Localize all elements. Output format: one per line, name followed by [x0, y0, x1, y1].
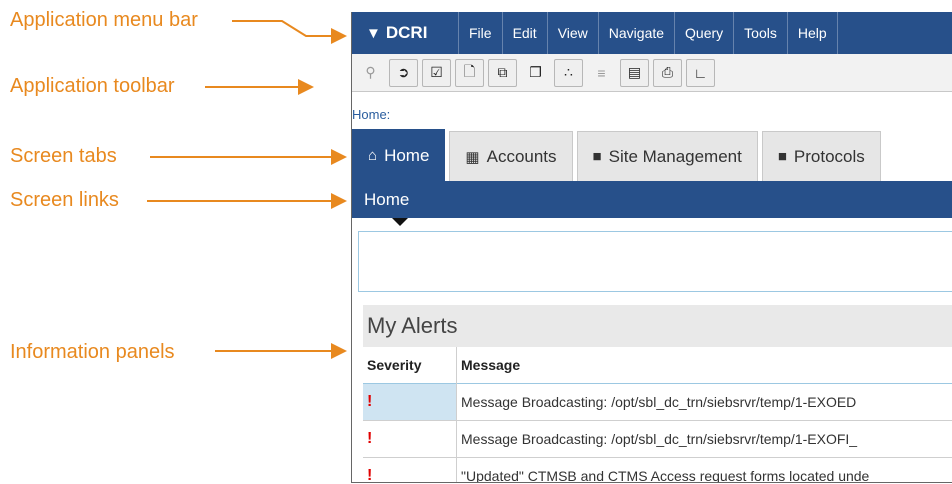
square-icon: ■	[777, 148, 787, 165]
shield-icon: ▼	[366, 24, 381, 42]
table-row[interactable]: ! "Updated" CTMSB and CTMS Access reques…	[363, 457, 952, 482]
tab-protocols[interactable]: ■ Protocols	[761, 131, 881, 181]
info-box	[358, 231, 952, 292]
application-menu-bar: ▼ DCRI File Edit View Navigate Query Too…	[352, 12, 952, 54]
screen-link-home[interactable]: Home	[364, 190, 409, 210]
table-header-row: Severity Message	[363, 347, 952, 384]
breadcrumb[interactable]: Home:	[352, 107, 390, 122]
column-header-severity[interactable]: Severity	[363, 347, 457, 384]
new-record-icon[interactable]: 🗋	[455, 58, 484, 87]
chart-icon[interactable]: ∟	[686, 58, 715, 87]
menu-query[interactable]: Query	[675, 12, 735, 54]
message-cell[interactable]: Message Broadcasting: /opt/sbl_dc_trn/si…	[456, 420, 952, 458]
tab-site-management-label: Site Management	[608, 146, 742, 166]
tab-home[interactable]: ⌂ Home	[352, 129, 446, 181]
screen-tabs: ⌂ Home ▦ Accounts ■ Site Management ■ Pr…	[352, 129, 952, 181]
list-icon[interactable]: ≡	[587, 59, 616, 87]
dcri-logo: ▼ DCRI	[352, 12, 459, 54]
network-icon[interactable]: ∴	[554, 58, 583, 87]
go-icon[interactable]: ➲	[389, 58, 418, 87]
tab-accounts[interactable]: ▦ Accounts	[449, 131, 573, 181]
active-link-pointer	[392, 218, 408, 226]
application-toolbar: ⚲ ➲ ☑ 🗋 ⧉ ❐ ∴ ≡ ▤ ⎙ ∟	[352, 54, 952, 92]
table-row[interactable]: ! Message Broadcasting: /opt/sbl_dc_trn/…	[363, 420, 952, 458]
table-row[interactable]: ! Message Broadcasting: /opt/sbl_dc_trn/…	[363, 383, 952, 421]
message-cell[interactable]: "Updated" CTMSB and CTMS Access request …	[456, 457, 952, 482]
menu-file[interactable]: File	[459, 12, 503, 54]
clipboard-icon[interactable]: ▤	[620, 58, 649, 87]
column-header-message[interactable]: Message	[456, 347, 952, 384]
application-window: ▼ DCRI File Edit View Navigate Query Too…	[351, 12, 952, 483]
panel-title: My Alerts	[363, 305, 952, 347]
menu-navigate[interactable]: Navigate	[599, 12, 676, 54]
tab-home-label: Home	[384, 145, 430, 165]
copy-record-icon[interactable]: ⧉	[488, 58, 517, 87]
alerts-table: Severity Message ! Message Broadcasting:…	[363, 347, 952, 482]
tab-accounts-label: Accounts	[486, 146, 557, 166]
menu-edit[interactable]: Edit	[503, 12, 548, 54]
tab-protocols-label: Protocols	[793, 146, 865, 166]
brand-label: DCRI	[385, 23, 428, 42]
paste-icon[interactable]: ❐	[521, 59, 550, 87]
message-cell[interactable]: Message Broadcasting: /opt/sbl_dc_trn/si…	[456, 383, 952, 421]
severity-cell: !	[363, 383, 457, 421]
severity-cell: !	[363, 457, 457, 482]
menu-tools[interactable]: Tools	[734, 12, 788, 54]
square-icon: ■	[592, 148, 602, 165]
menu-help[interactable]: Help	[788, 12, 838, 54]
building-icon: ▦	[465, 148, 480, 166]
tab-site-management[interactable]: ■ Site Management	[576, 131, 758, 181]
menu-view[interactable]: View	[548, 12, 599, 54]
screen-links-bar: Home	[352, 181, 952, 218]
print-icon[interactable]: ⎙	[653, 58, 682, 87]
alerts-panel: My Alerts Severity Message ! Message Bro…	[363, 305, 952, 482]
severity-cell: !	[363, 420, 457, 458]
home-icon: ⌂	[368, 147, 378, 164]
search-icon[interactable]: ⚲	[356, 59, 385, 87]
checklist-icon[interactable]: ☑	[422, 58, 451, 87]
